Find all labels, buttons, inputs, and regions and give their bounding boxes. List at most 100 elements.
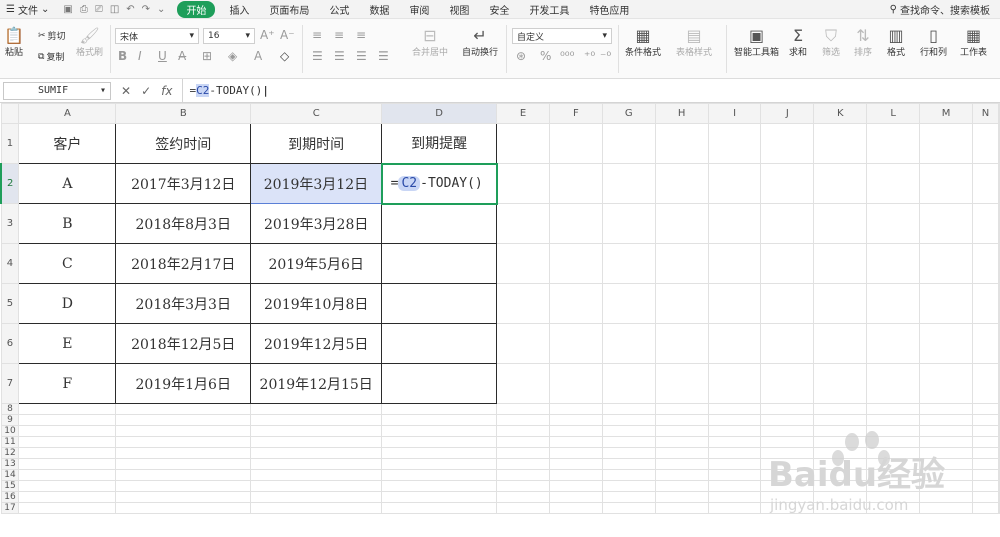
cell-d9[interactable] (381, 414, 498, 426)
cell-b7[interactable]: 2019年1月6日 (115, 363, 252, 404)
cell-k3[interactable] (813, 203, 868, 244)
currency-icon[interactable]: ⊛ (516, 49, 526, 63)
cell-overflow11[interactable] (998, 436, 1000, 448)
cell-h10[interactable] (654, 425, 709, 437)
cell-overflow7[interactable] (998, 363, 1000, 404)
cell-f9[interactable] (548, 414, 603, 426)
cell-i2[interactable] (707, 163, 762, 204)
tab-home[interactable]: 开始 (177, 0, 216, 18)
cell-h16[interactable] (654, 491, 709, 503)
cell-e8[interactable] (496, 403, 550, 415)
cell-l2[interactable] (866, 163, 921, 204)
cell-c16[interactable] (250, 491, 383, 503)
cell-i10[interactable] (707, 425, 762, 437)
cell-e9[interactable] (496, 414, 550, 426)
cell-a1[interactable]: 客户 (18, 123, 117, 164)
cell-e11[interactable] (496, 436, 550, 448)
format-button[interactable]: ▥ 格式 (887, 27, 905, 59)
cell-m6[interactable] (919, 323, 973, 364)
cell-e17[interactable] (496, 502, 550, 514)
cell-a5[interactable]: D (18, 283, 117, 324)
underline-icon[interactable]: U (158, 49, 167, 63)
cell-overflow6[interactable] (998, 323, 1000, 364)
tab-special-apps[interactable]: 特色应用 (579, 2, 639, 17)
cell-i11[interactable] (707, 436, 762, 448)
decrease-decimal-icon[interactable]: ⁻⁰ (600, 49, 611, 63)
cell-i17[interactable] (707, 502, 762, 514)
tab-page-layout[interactable]: 页面布局 (259, 2, 319, 17)
column-header-j[interactable]: J (760, 103, 815, 124)
cell-overflow5[interactable] (998, 283, 1000, 324)
filter-button[interactable]: ⛉ 筛选 (822, 27, 840, 59)
cell-e4[interactable] (496, 243, 550, 284)
align-top-icon[interactable]: ≡ (312, 28, 322, 42)
cell-b16[interactable] (115, 491, 252, 503)
command-search[interactable]: ⚲ 查找命令、搜索模板 (890, 2, 1000, 17)
cell-e1[interactable] (496, 123, 550, 164)
cell-c10[interactable] (250, 425, 383, 437)
cell-f17[interactable] (548, 502, 603, 514)
row-header-7[interactable]: 7 (0, 363, 20, 404)
column-header-g[interactable]: G (601, 103, 656, 124)
clear-format-icon[interactable]: ◇ (280, 49, 289, 63)
cell-f5[interactable] (548, 283, 603, 324)
row-header-10[interactable]: 10 (0, 425, 20, 437)
row-header-3[interactable]: 3 (0, 203, 20, 244)
cancel-icon[interactable]: ✕ (121, 84, 131, 98)
cell-f8[interactable] (548, 403, 603, 415)
cell-g17[interactable] (601, 502, 656, 514)
file-menu[interactable]: ☰ 文件 ⌄ (0, 2, 55, 17)
cell-h11[interactable] (654, 436, 709, 448)
cell-overflow16[interactable] (998, 491, 1000, 503)
align-left-icon[interactable]: ☰ (312, 49, 323, 63)
sort-button[interactable]: ⇅ 排序 (854, 27, 872, 59)
cell-c4[interactable]: 2019年5月6日 (250, 243, 383, 284)
font-color-icon[interactable]: A (254, 49, 262, 63)
row-header-13[interactable]: 13 (0, 458, 20, 470)
cell-e5[interactable] (496, 283, 550, 324)
cell-a6[interactable]: E (18, 323, 117, 364)
row-header-17[interactable]: 17 (0, 502, 20, 514)
cell-j3[interactable] (760, 203, 815, 244)
confirm-icon[interactable]: ✓ (141, 84, 151, 98)
cell-b2[interactable]: 2017年3月12日 (115, 163, 252, 204)
cell-d6[interactable] (381, 323, 498, 364)
cell-c14[interactable] (250, 469, 383, 481)
cell-d4[interactable] (381, 243, 498, 284)
cell-i1[interactable] (707, 123, 762, 164)
cell-b15[interactable] (115, 480, 252, 492)
cell-a3[interactable]: B (18, 203, 117, 244)
cell-a14[interactable] (18, 469, 117, 481)
cell-g5[interactable] (601, 283, 656, 324)
cell-d13[interactable] (381, 458, 498, 470)
cell-a8[interactable] (18, 403, 117, 415)
cell-l4[interactable] (866, 243, 921, 284)
cell-m9[interactable] (919, 414, 973, 426)
cell-m4[interactable] (919, 243, 973, 284)
cell-n9[interactable] (971, 414, 1000, 426)
cell-d1[interactable]: 到期提醒 (381, 123, 498, 164)
customize-icon[interactable]: ⌄ (157, 4, 165, 15)
cell-g16[interactable] (601, 491, 656, 503)
cell-f11[interactable] (548, 436, 603, 448)
column-header-l[interactable]: L (866, 103, 921, 124)
cell-e12[interactable] (496, 447, 550, 459)
cell-g4[interactable] (601, 243, 656, 284)
cell-a10[interactable] (18, 425, 117, 437)
italic-icon[interactable]: I (138, 49, 142, 63)
cell-c2[interactable]: 2019年3月12日 (250, 163, 383, 204)
justify-icon[interactable]: ☰ (378, 49, 389, 63)
cell-h5[interactable] (654, 283, 709, 324)
cell-h8[interactable] (654, 403, 709, 415)
font-size-select[interactable]: 16 ▾ (203, 28, 255, 44)
print-icon[interactable]: ⎚ (95, 4, 103, 15)
cell-i8[interactable] (707, 403, 762, 415)
column-header-n[interactable]: N (971, 103, 1000, 124)
cell-f7[interactable] (548, 363, 603, 404)
cell-j6[interactable] (760, 323, 815, 364)
column-header-h[interactable]: H (654, 103, 709, 124)
strikethrough-icon[interactable]: A̶ (178, 49, 186, 63)
align-center-icon[interactable]: ☰ (334, 49, 345, 63)
tab-insert[interactable]: 插入 (219, 2, 259, 17)
row-header-5[interactable]: 5 (0, 283, 20, 324)
